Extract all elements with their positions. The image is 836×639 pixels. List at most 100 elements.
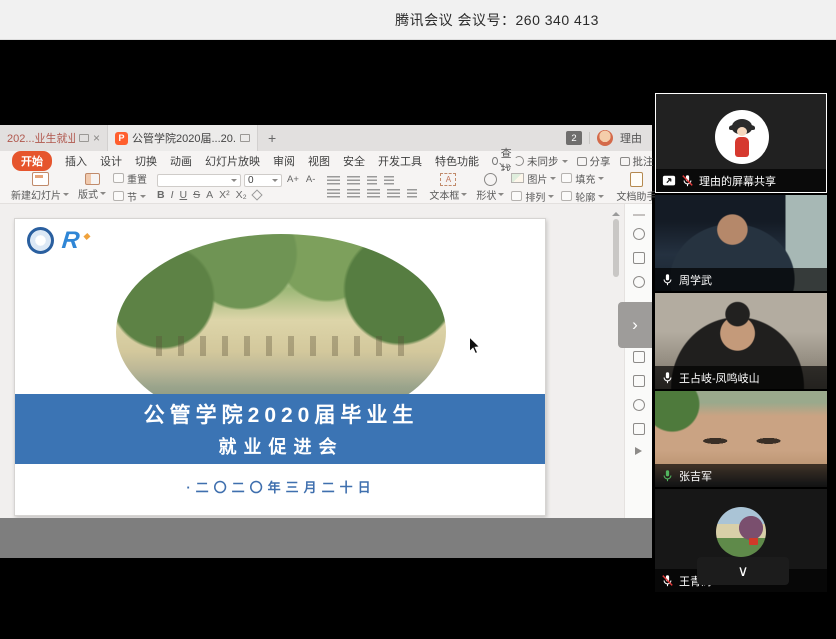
menu-features[interactable]: 特色功能 xyxy=(435,153,479,169)
decrease-font-button[interactable]: A- xyxy=(304,174,318,187)
indent-icon[interactable] xyxy=(384,176,394,186)
arrange-button[interactable]: 排列 xyxy=(511,189,556,204)
checkbox-pane-icon[interactable] xyxy=(633,423,645,435)
new-slide-button[interactable]: 新建幻灯片 xyxy=(9,172,71,202)
meeting-title: 腾讯会议 会议号：260 340 413 xyxy=(395,10,599,30)
doc-assistant-icon xyxy=(630,172,643,187)
comment-button[interactable]: 批注 xyxy=(620,154,654,169)
sync-button[interactable]: 未同步 xyxy=(514,154,568,169)
share-pane-icon[interactable] xyxy=(633,399,645,411)
font-size-value: 0 xyxy=(248,175,254,186)
mic-on-icon xyxy=(661,371,674,384)
speaker-icon[interactable] xyxy=(635,447,642,455)
italic-button[interactable]: I xyxy=(171,189,174,201)
scrollbar-thumb[interactable] xyxy=(613,219,619,277)
assistant-icon[interactable] xyxy=(633,228,645,240)
search-icon xyxy=(492,157,498,165)
align-right-icon[interactable] xyxy=(367,189,380,199)
bold-button[interactable]: B xyxy=(157,189,165,201)
picture-button[interactable]: 图片 xyxy=(511,171,556,186)
share-button[interactable]: 分享 xyxy=(577,154,611,169)
chevron-down-icon xyxy=(598,177,604,183)
justify-icon[interactable] xyxy=(387,189,400,199)
chevron-down-icon xyxy=(140,195,146,201)
clear-format-icon[interactable] xyxy=(251,189,262,200)
underline-button[interactable]: U xyxy=(180,189,188,201)
strikethrough-button[interactable]: S xyxy=(193,189,200,201)
collapse-pane-icon[interactable] xyxy=(633,214,645,216)
picture-label: 图片 xyxy=(527,171,547,186)
participant-tile-video[interactable]: 王占岐-凤鸣岐山 xyxy=(655,293,827,389)
menu-animation[interactable]: 动画 xyxy=(170,153,192,169)
avatar xyxy=(716,507,766,557)
section-button[interactable]: 节 xyxy=(113,189,147,204)
user-avatar[interactable] xyxy=(597,130,613,146)
menu-insert[interactable]: 插入 xyxy=(65,153,87,169)
wps-presentation-icon: P xyxy=(115,132,128,145)
mic-muted-icon xyxy=(661,574,674,587)
pane-expander-button[interactable]: › xyxy=(618,302,652,348)
chevron-down-icon xyxy=(231,179,237,185)
slide-date: ·二〇二〇年三月二十日 xyxy=(15,477,546,496)
layout-button[interactable]: 版式 xyxy=(76,173,108,201)
section-label: 节 xyxy=(127,189,137,204)
participant-name: 张吉军 xyxy=(679,468,712,484)
layout-label: 版式 xyxy=(78,186,98,201)
slide-canvas[interactable]: R 公管学院2020届毕业生 就业促进会 ·二〇二〇年三月二十日 xyxy=(14,218,546,516)
outdent-icon[interactable] xyxy=(367,176,377,186)
align-left-icon[interactable] xyxy=(327,189,340,199)
image-pane-icon[interactable] xyxy=(633,375,645,387)
screen-share-icon xyxy=(662,174,676,187)
chart-pane-icon[interactable] xyxy=(633,351,645,363)
arrange-icon xyxy=(511,191,522,201)
fill-button[interactable]: 填充 xyxy=(561,171,604,186)
comment-label: 批注 xyxy=(633,154,654,169)
reset-button[interactable]: 重置 xyxy=(113,171,147,186)
participant-tile-video[interactable]: 周学武 xyxy=(655,195,827,291)
bullets-icon[interactable] xyxy=(327,176,340,186)
collapse-videos-button[interactable]: ∨ xyxy=(697,557,789,585)
ribbon-group-font: 0 A+ A- B I U S A X² X₂ xyxy=(152,173,322,201)
increase-font-button[interactable]: A+ xyxy=(285,174,301,187)
sync-icon xyxy=(514,156,524,166)
ribbon-group-slides: 新建幻灯片 版式 重置 节 xyxy=(4,173,152,201)
outline-button[interactable]: 轮廓 xyxy=(561,189,604,204)
text-box-button[interactable]: A 文本框 xyxy=(427,173,469,202)
menu-transition[interactable]: 切换 xyxy=(135,153,157,169)
menu-design[interactable]: 设计 xyxy=(100,153,122,169)
outline-label: 轮廓 xyxy=(575,189,595,204)
shapes-pane-icon[interactable] xyxy=(633,252,645,264)
doc-assistant-button[interactable]: 文档助手 xyxy=(614,172,658,203)
subscript-button[interactable]: X₂ xyxy=(236,189,247,201)
collaborators-badge[interactable]: 2 xyxy=(566,131,582,145)
menu-view[interactable]: 视图 xyxy=(308,153,330,169)
tab-close-icon[interactable]: × xyxy=(93,131,100,145)
menu-review[interactable]: 审阅 xyxy=(273,153,295,169)
menu-slideshow[interactable]: 幻灯片放映 xyxy=(205,153,260,169)
emoji-pane-icon[interactable] xyxy=(633,276,645,288)
scroll-up-icon[interactable] xyxy=(612,208,620,216)
slide-logos: R xyxy=(27,227,87,254)
divider xyxy=(589,132,590,144)
doc-assistant-label: 文档助手 xyxy=(616,188,656,203)
align-center-icon[interactable] xyxy=(347,189,360,199)
participant-tile-video[interactable]: 张吉军 xyxy=(655,391,827,487)
fill-icon xyxy=(561,173,572,183)
numbering-icon[interactable] xyxy=(347,176,360,186)
menu-security[interactable]: 安全 xyxy=(343,153,365,169)
picture-icon xyxy=(511,173,524,183)
mic-on-icon xyxy=(661,273,674,286)
font-size-select[interactable]: 0 xyxy=(244,174,282,187)
participant-tile-sharing[interactable]: 理由的屏幕共享 xyxy=(655,93,827,193)
font-family-select[interactable] xyxy=(157,174,241,187)
shapes-button[interactable]: 形状 xyxy=(474,173,506,202)
vertical-scrollbar[interactable] xyxy=(612,208,620,514)
superscript-button[interactable]: X² xyxy=(219,189,230,201)
outline-icon xyxy=(561,191,572,201)
menu-home[interactable]: 开始 xyxy=(12,151,52,171)
chevron-down-icon xyxy=(548,195,554,201)
reset-label: 重置 xyxy=(127,171,147,186)
menu-devtools[interactable]: 开发工具 xyxy=(378,153,422,169)
font-color-button[interactable]: A xyxy=(206,189,213,201)
line-spacing-icon[interactable] xyxy=(407,189,417,199)
